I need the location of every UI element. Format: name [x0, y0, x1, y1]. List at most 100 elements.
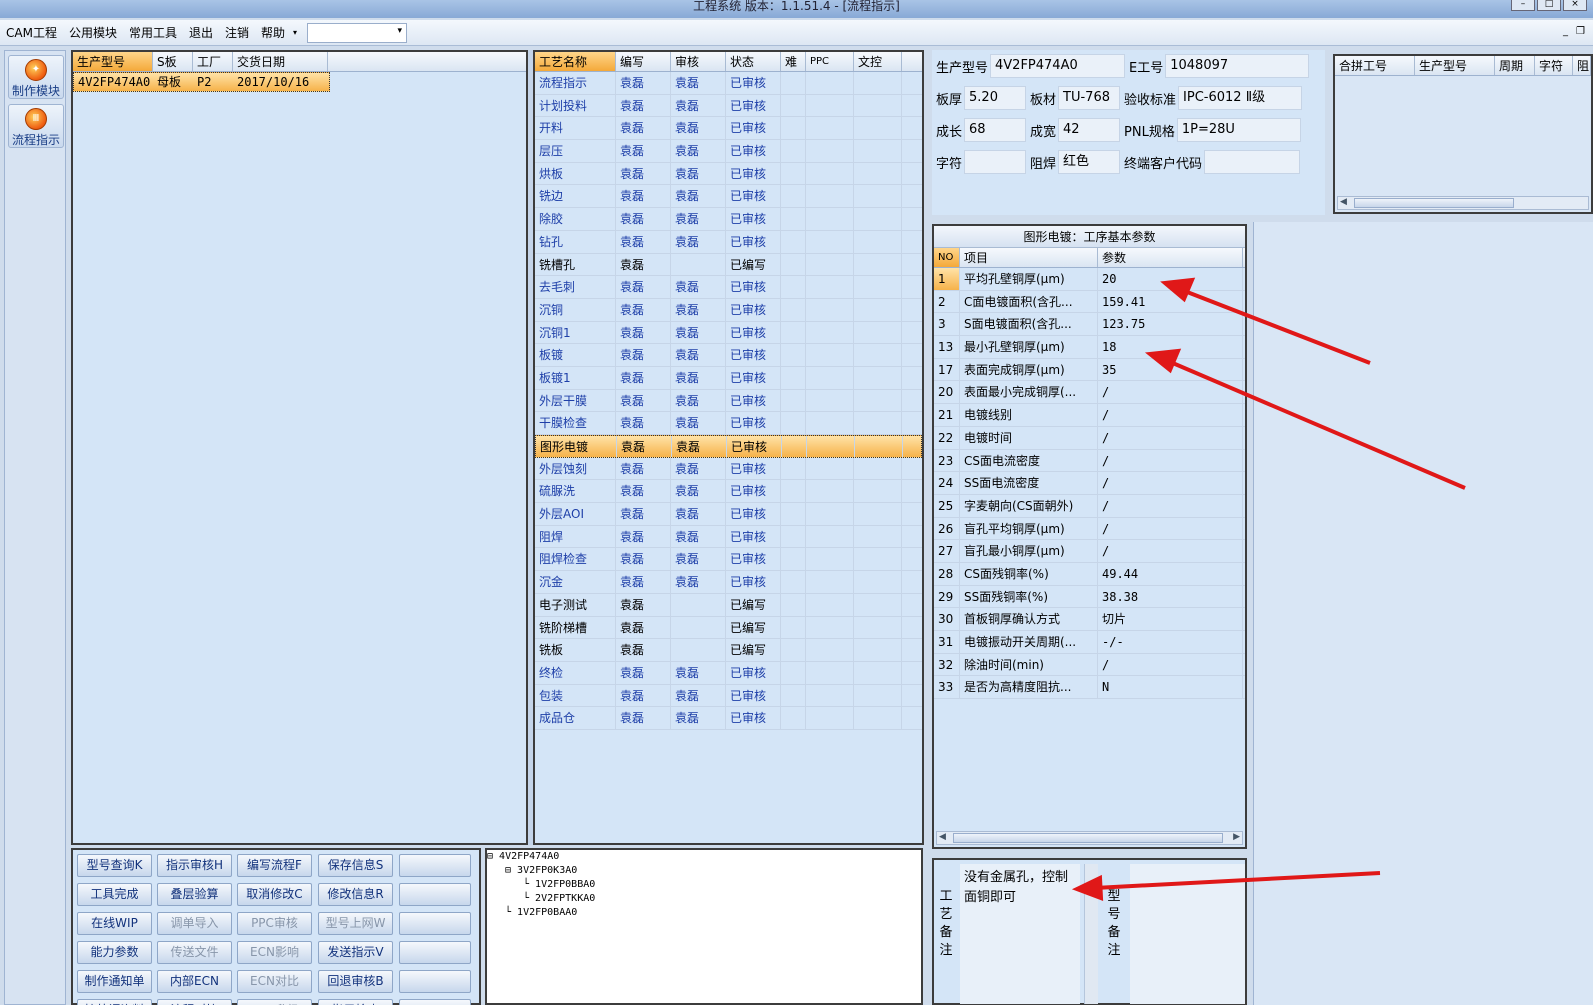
tree-node[interactable]: └ 2V2FPTKKA0	[523, 893, 595, 904]
col-process-name[interactable]: 工艺名称	[535, 52, 616, 71]
col-item[interactable]: 项目	[960, 248, 1098, 267]
scroll-left-icon[interactable]: ◀	[939, 832, 946, 842]
action-button[interactable]: 在线WIP	[77, 912, 152, 935]
table-row[interactable]: 阻焊检查 袁磊 袁磊 已审核	[535, 548, 922, 572]
scroll-thumb[interactable]	[953, 833, 1223, 843]
col-merge-mask[interactable]: 阻	[1573, 56, 1591, 75]
e-field[interactable]: 1048097	[1165, 54, 1310, 78]
width-field[interactable]: 42	[1058, 118, 1121, 142]
table-row[interactable]: 25 字麦朝向(CS面朝外) /	[934, 494, 1245, 518]
thickness-field[interactable]: 5.20	[964, 86, 1027, 110]
table-row[interactable]: 4V2FP474A0 母板 P2 2017/10/16	[73, 72, 330, 92]
action-button[interactable]: ECN对比	[237, 970, 312, 993]
scroll-left-icon[interactable]: ◀	[1340, 197, 1347, 207]
col-date[interactable]: 交货日期	[233, 52, 328, 71]
table-row[interactable]: 铣边 袁磊 袁磊 已审核	[535, 185, 922, 209]
table-row[interactable]: 27 盲孔最小铜厚(μm) /	[934, 540, 1245, 563]
col-ppc[interactable]: PPC	[806, 52, 854, 71]
table-row[interactable]: 3 S面电镀面积(含孔... 123.75	[934, 313, 1245, 337]
action-button[interactable]: 指示审核H	[157, 854, 232, 877]
col-reviewer[interactable]: 审核	[671, 52, 726, 71]
col-doc-control[interactable]: 文控	[854, 52, 902, 71]
blank-button[interactable]	[399, 912, 471, 935]
nav-flow-guide[interactable]: Ⅲ 流程指示	[8, 104, 64, 148]
table-row[interactable]: 沉铜 袁磊 袁磊 已审核	[535, 298, 922, 322]
table-row[interactable]: 17 表面完成铜厚(μm) 35	[934, 358, 1245, 382]
maximize-icon[interactable]: □	[1537, 0, 1561, 11]
blank-button[interactable]	[399, 999, 471, 1005]
table-row[interactable]: 铣板 袁磊 已编写	[535, 639, 922, 662]
scroll-right-icon[interactable]: ▶	[1233, 832, 1240, 842]
col-merge-model[interactable]: 生产型号	[1415, 56, 1495, 75]
blank-button[interactable]	[399, 941, 471, 964]
tree-expand-icon[interactable]: ⊟	[505, 865, 517, 876]
tree-node[interactable]: └ 1V2FP0BAA0	[505, 907, 577, 918]
action-button[interactable]: 保存信息S	[318, 854, 393, 877]
table-row[interactable]: 沉铜1 袁磊 袁磊 已审核	[535, 321, 922, 345]
tree-node[interactable]: ⊟ 3V2FP0K3A0	[505, 865, 577, 876]
table-row[interactable]: 28 CS面残铜率(%) 49.44	[934, 562, 1245, 586]
action-button[interactable]: 编写流程F	[237, 854, 312, 877]
mdi-restore-icon[interactable]: ❐	[1576, 26, 1585, 37]
table-row[interactable]: 钻孔 袁磊 袁磊 已审核	[535, 230, 922, 254]
params-hscroll[interactable]: ◀ ▶	[936, 831, 1243, 845]
col-merge-char[interactable]: 字符	[1535, 56, 1573, 75]
customer-field[interactable]	[1204, 150, 1301, 174]
action-button[interactable]: ECN影响	[237, 941, 312, 964]
menu-help[interactable]: 帮助	[255, 24, 291, 41]
action-button[interactable]: 流程对比	[157, 999, 232, 1005]
menu-logout[interactable]: 注销	[219, 24, 255, 41]
mask-field[interactable]: 红色	[1058, 150, 1121, 174]
table-row[interactable]: 2 C面电镀面积(含孔... 159.41	[934, 290, 1245, 314]
pnl-field[interactable]: 1P=28U	[1176, 118, 1301, 142]
tree-node[interactable]: └ 1V2FP0BBA0	[523, 879, 595, 890]
blank-button[interactable]	[399, 883, 471, 906]
table-row[interactable]: 层压 袁磊 袁磊 已审核	[535, 140, 922, 163]
action-button[interactable]: 发送指示V	[318, 941, 393, 964]
action-button[interactable]: PPC审核	[237, 912, 312, 935]
close-icon[interactable]: ×	[1563, 0, 1587, 11]
tree-expand-icon[interactable]: ⊟	[487, 851, 499, 862]
action-button[interactable]: 工具完成	[77, 883, 152, 906]
merge-hscroll[interactable]: ◀	[1337, 196, 1589, 210]
table-row[interactable]: 13 最小孔壁铜厚(μm) 18	[934, 336, 1245, 359]
action-button[interactable]: 型号上网W	[318, 912, 393, 935]
col-status[interactable]: 状态	[726, 52, 781, 71]
action-button[interactable]: 指示检查	[318, 999, 393, 1005]
table-row[interactable]: 铣槽孔 袁磊 已编写	[535, 253, 922, 277]
action-button[interactable]: 叠层验算	[157, 883, 232, 906]
material-field[interactable]: TU-768	[1058, 86, 1121, 110]
col-difficulty[interactable]: 难	[781, 52, 806, 71]
module-combo[interactable]: ▾	[307, 22, 408, 43]
model-field[interactable]: 4V2FP474A0	[990, 54, 1126, 78]
table-row[interactable]: 除胶 袁磊 袁磊 已审核	[535, 208, 922, 231]
minimize-icon[interactable]: –	[1511, 0, 1535, 11]
action-button[interactable]: ECN升级	[237, 999, 312, 1005]
action-button[interactable]: 型号查询K	[77, 854, 152, 877]
table-row[interactable]: 开料 袁磊 袁磊 已审核	[535, 117, 922, 141]
table-row[interactable]: 硫脲洗 袁磊 袁磊 已审核	[535, 480, 922, 504]
notes-vscroll[interactable]	[1084, 864, 1098, 1004]
table-row[interactable]: 22 电镀时间 /	[934, 426, 1245, 450]
length-field[interactable]: 68	[964, 118, 1027, 142]
table-row[interactable]: 阻焊 袁磊 袁磊 已审核	[535, 525, 922, 549]
action-button[interactable]: 制作通知单	[77, 970, 152, 993]
tree-node[interactable]: ⊟ 4V2FP474A0	[487, 851, 559, 862]
col-s-board[interactable]: S板	[153, 52, 193, 71]
process-notes-field[interactable]: 没有金属孔，控制面铜即可	[960, 864, 1080, 1004]
col-param[interactable]: 参数	[1098, 248, 1243, 267]
col-no[interactable]: NO	[934, 248, 960, 267]
action-button[interactable]: 调单导入	[157, 912, 232, 935]
table-row[interactable]: 29 SS面残铜率(%) 38.38	[934, 585, 1245, 609]
col-writer[interactable]: 编写	[616, 52, 671, 71]
table-row[interactable]: 1 平均孔壁铜厚(μm) 20	[934, 268, 1245, 291]
menu-exit[interactable]: 退出	[183, 24, 219, 41]
table-row[interactable]: 流程指示 袁磊 袁磊 已审核	[535, 72, 922, 95]
col-factory[interactable]: 工厂	[193, 52, 233, 71]
blank-button[interactable]	[399, 970, 471, 993]
action-button[interactable]: 能力参数	[77, 941, 152, 964]
col-merge-no[interactable]: 合拼工号	[1335, 56, 1415, 75]
model-notes-field[interactable]	[1130, 864, 1245, 1004]
action-button[interactable]: 取消修改C	[237, 883, 312, 906]
blank-button[interactable]	[399, 854, 471, 877]
